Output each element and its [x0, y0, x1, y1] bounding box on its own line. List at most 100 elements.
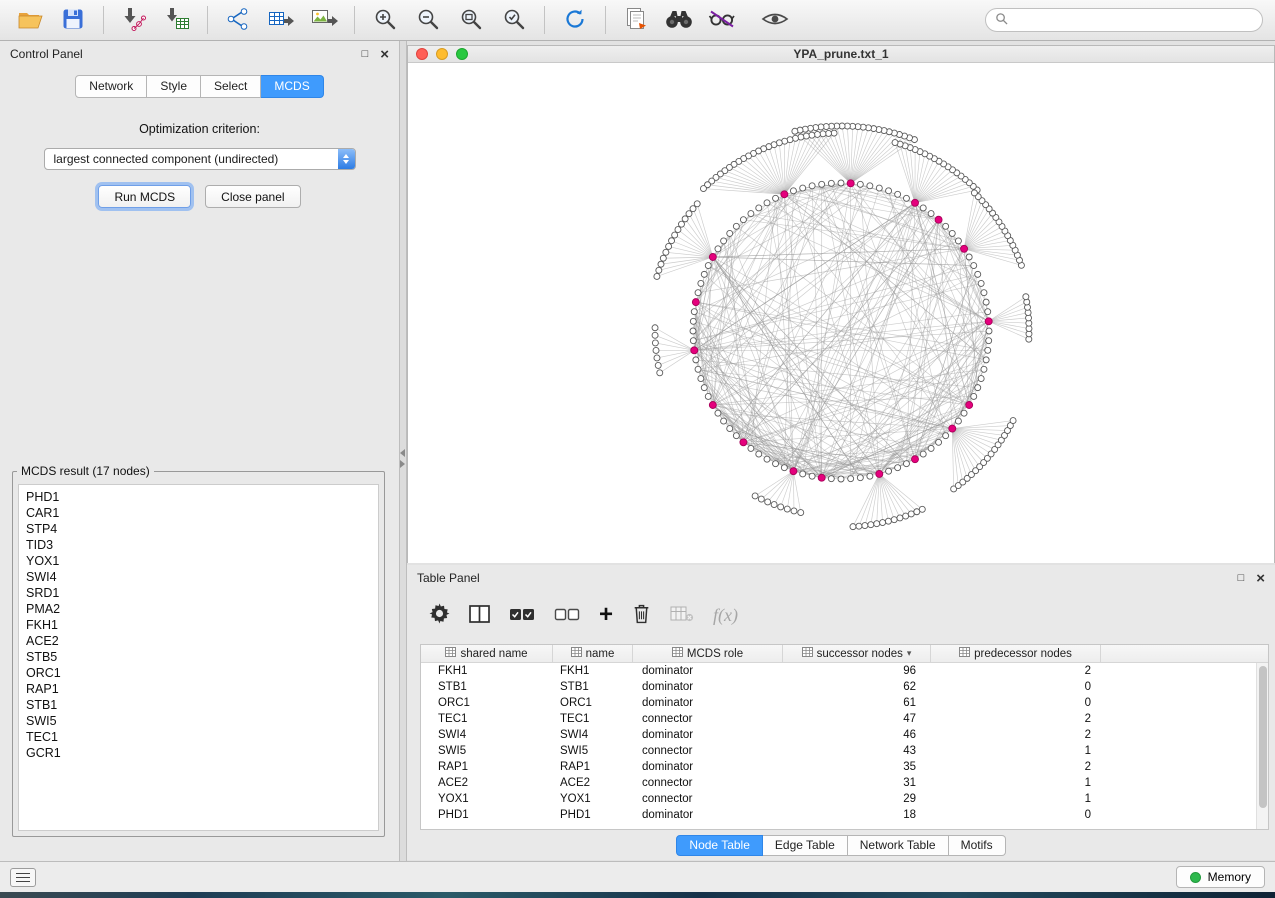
show-eye-button[interactable] [757, 4, 793, 36]
close-table-panel-icon[interactable]: × [1256, 571, 1265, 586]
close-panel-button[interactable]: Close panel [205, 185, 300, 208]
mcds-result-list[interactable]: PHD1CAR1STP4TID3YOX1SWI4SRD1PMA2FKH1ACE2… [18, 484, 379, 831]
zoom-fit-button[interactable] [453, 4, 489, 36]
table-row[interactable]: YOX1 YOX1 connector 29 1 [421, 791, 1268, 807]
import-network-icon [121, 6, 147, 35]
run-mcds-button[interactable]: Run MCDS [98, 185, 191, 208]
table-grid-icon [571, 647, 582, 660]
vertical-splitter[interactable] [400, 41, 407, 861]
mcds-result-item[interactable]: STP4 [26, 521, 378, 537]
table-panel-title: Table Panel [417, 571, 480, 585]
window-maximize-icon[interactable] [456, 48, 468, 60]
mcds-result-item[interactable]: CAR1 [26, 505, 378, 521]
delete-column-button[interactable] [632, 603, 651, 627]
search-input[interactable] [1013, 13, 1253, 27]
export-network-button[interactable] [220, 4, 256, 36]
show-columns-button[interactable] [469, 605, 490, 626]
hide-glasses-button[interactable] [704, 4, 740, 36]
select-all-button[interactable] [509, 606, 535, 625]
network-canvas[interactable] [408, 63, 1274, 563]
search-network-button[interactable] [661, 4, 697, 36]
mcds-result-item[interactable]: STB1 [26, 697, 378, 713]
tab-edge-table[interactable]: Edge Table [763, 835, 848, 856]
mcds-result-item[interactable]: ORC1 [26, 665, 378, 681]
refresh-button[interactable] [557, 4, 593, 36]
tab-node-table[interactable]: Node Table [676, 835, 763, 856]
table-toolbar: + f(x) [407, 591, 1275, 639]
table-row[interactable]: TEC1 TEC1 connector 47 2 [421, 711, 1268, 727]
optimization-criterion-select[interactable]: largest connected component (undirected) [44, 148, 356, 170]
mcds-result-item[interactable]: FKH1 [26, 617, 378, 633]
zoom-selected-button[interactable] [496, 4, 532, 36]
mcds-result-item[interactable]: TID3 [26, 537, 378, 553]
table-scrollbar[interactable] [1256, 663, 1268, 829]
refresh-icon [563, 7, 587, 34]
table-settings-button[interactable] [429, 603, 450, 627]
mcds-result-item[interactable]: PMA2 [26, 601, 378, 617]
tab-mcds[interactable]: MCDS [261, 75, 323, 98]
control-panel-tabs: Network Style Select MCDS [0, 75, 399, 98]
mcds-result-item[interactable]: RAP1 [26, 681, 378, 697]
optimization-criterion-value: largest connected component (undirected) [54, 152, 279, 166]
mcds-result-item[interactable]: GCR1 [26, 745, 378, 761]
mcds-result-item[interactable]: PHD1 [26, 489, 378, 505]
window-minimize-icon[interactable] [436, 48, 448, 60]
task-history-button[interactable] [10, 868, 36, 887]
zoom-out-button[interactable] [410, 4, 446, 36]
table-row[interactable]: PHD1 PHD1 dominator 18 0 [421, 807, 1268, 823]
mcds-result-item[interactable]: SRD1 [26, 585, 378, 601]
mcds-result-item[interactable]: STB5 [26, 649, 378, 665]
table-row[interactable]: FKH1 FKH1 dominator 96 2 [421, 663, 1268, 679]
close-panel-icon[interactable]: × [380, 47, 389, 62]
column-header-predecessor-nodes[interactable]: predecessor nodes [931, 645, 1101, 662]
tab-select[interactable]: Select [201, 75, 261, 98]
sort-descending-icon[interactable]: ▾ [907, 648, 912, 659]
mcds-result-item[interactable]: TEC1 [26, 729, 378, 745]
table-row[interactable]: ORC1 ORC1 dominator 61 0 [421, 695, 1268, 711]
column-header-successor-nodes[interactable]: successor nodes ▾ [783, 645, 931, 662]
import-network-button[interactable] [116, 4, 152, 36]
save-session-button[interactable] [55, 4, 91, 36]
function-builder-button[interactable]: f(x) [713, 605, 738, 626]
float-table-panel-icon[interactable]: □ [1238, 573, 1245, 584]
memory-label: Memory [1208, 870, 1251, 884]
copy-annotation-button[interactable] [618, 4, 654, 36]
mcds-result-item[interactable]: SWI4 [26, 569, 378, 585]
memory-button[interactable]: Memory [1176, 866, 1265, 888]
open-file-button[interactable] [12, 4, 48, 36]
column-header-name[interactable]: name [553, 645, 633, 662]
export-image-button[interactable] [306, 4, 342, 36]
mcds-result-item[interactable]: YOX1 [26, 553, 378, 569]
float-panel-icon[interactable]: □ [362, 49, 369, 60]
column-header-mcds-role[interactable]: MCDS role [633, 645, 783, 662]
mcds-result-item[interactable]: SWI5 [26, 713, 378, 729]
deselect-all-button[interactable] [554, 606, 580, 625]
tab-network[interactable]: Network [75, 75, 147, 98]
search-box[interactable] [985, 8, 1263, 32]
column-header-shared-name[interactable]: shared name [421, 645, 553, 662]
splitter-collapse-icon[interactable] [400, 449, 405, 468]
table-scrollbar-thumb[interactable] [1259, 666, 1267, 808]
add-column-button[interactable]: + [599, 606, 613, 624]
table-row[interactable]: ACE2 ACE2 connector 31 1 [421, 775, 1268, 791]
table-panel-tabs: Node Table Edge Table Network Table Moti… [407, 835, 1275, 856]
toolbar-divider [354, 6, 355, 34]
glasses-slash-icon [708, 9, 736, 32]
toolbar-divider [605, 6, 606, 34]
import-table-button[interactable] [159, 4, 195, 36]
tab-style[interactable]: Style [147, 75, 201, 98]
mcds-result-item[interactable]: ACE2 [26, 633, 378, 649]
hide-table-button[interactable] [670, 605, 694, 625]
export-table-button[interactable] [263, 4, 299, 36]
table-row[interactable]: RAP1 RAP1 dominator 35 2 [421, 759, 1268, 775]
tab-motifs[interactable]: Motifs [949, 835, 1006, 856]
tab-network-table[interactable]: Network Table [848, 835, 949, 856]
window-close-icon[interactable] [416, 48, 428, 60]
network-graph[interactable] [408, 63, 1274, 563]
zoom-in-button[interactable] [367, 4, 403, 36]
table-row[interactable]: SWI5 SWI5 connector 43 1 [421, 743, 1268, 759]
table-row[interactable]: STB1 STB1 dominator 62 0 [421, 679, 1268, 695]
table-row[interactable]: SWI4 SWI4 dominator 46 2 [421, 727, 1268, 743]
fx-icon: f(x) [713, 605, 738, 626]
network-window-titlebar: YPA_prune.txt_1 [408, 46, 1274, 63]
